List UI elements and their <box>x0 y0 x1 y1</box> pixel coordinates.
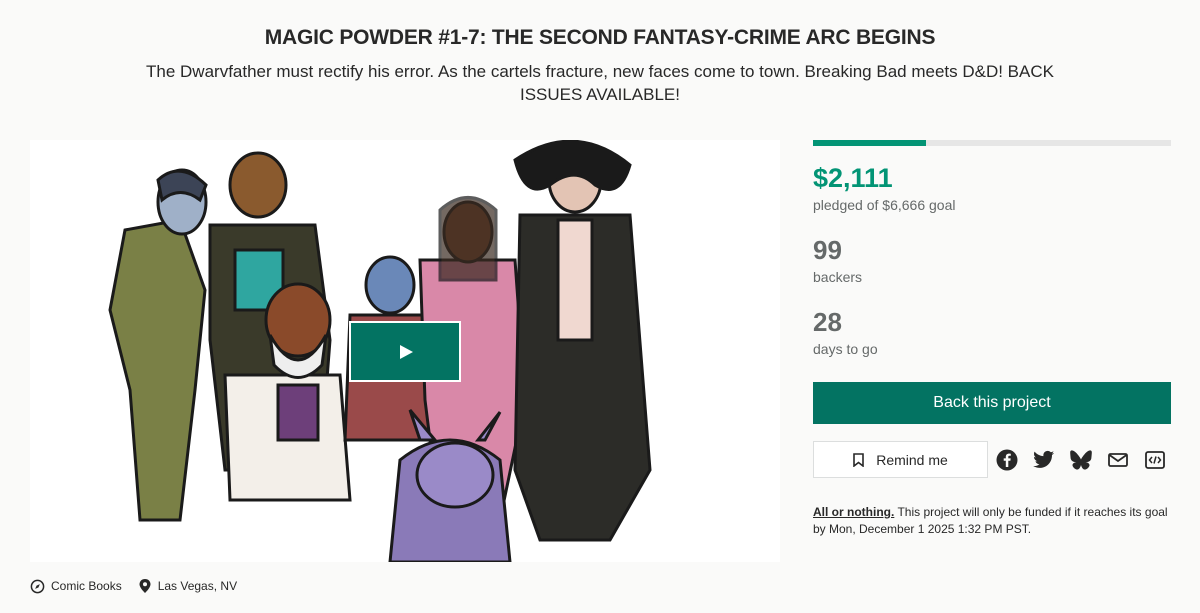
days-to-go-count: 28 <box>813 307 842 337</box>
location-pin-icon <box>139 579 151 593</box>
category-label: Comic Books <box>51 579 122 593</box>
location-label: Las Vegas, NV <box>157 579 238 593</box>
remind-me-button[interactable]: Remind me <box>813 441 988 478</box>
project-title: MAGIC POWDER #1-7: THE SECOND FANTASY-CR… <box>264 26 936 49</box>
funding-note: All or nothing. This project will only b… <box>813 504 1173 538</box>
project-subtitle: The Dwarvfather must rectify his error. … <box>146 62 1054 104</box>
pledged-amount: $2,111 <box>813 163 893 193</box>
back-project-button[interactable]: Back this project <box>813 382 1171 424</box>
funding-progress-bar <box>813 140 1171 146</box>
bookmark-icon <box>853 452 865 467</box>
location-link[interactable]: Las Vegas, NV <box>138 578 237 594</box>
all-or-nothing-link[interactable]: All or nothing. <box>813 505 894 519</box>
email-icon[interactable] <box>1106 448 1130 472</box>
play-button[interactable] <box>349 321 461 382</box>
embed-icon[interactable] <box>1143 448 1167 472</box>
days-to-go-label: days to go <box>813 341 878 357</box>
twitter-icon[interactable] <box>1032 448 1056 472</box>
share-icons <box>995 448 1180 472</box>
remind-me-label: Remind me <box>876 451 948 468</box>
pledged-goal-label: pledged of $6,666 goal <box>813 197 956 213</box>
category-link[interactable]: Comic Books <box>30 579 122 594</box>
backers-label: backers <box>813 269 863 285</box>
project-header: MAGIC POWDER #1-7: THE SECOND FANTASY-CR… <box>0 26 1200 106</box>
backers-count: 99 <box>813 235 842 265</box>
bluesky-icon[interactable] <box>1069 448 1093 472</box>
project-meta: Comic Books Las Vegas, NV <box>30 578 253 594</box>
funding-progress-fill <box>813 140 927 146</box>
facebook-icon[interactable] <box>995 448 1019 472</box>
project-video[interactable] <box>30 140 780 562</box>
compass-icon <box>30 579 45 593</box>
funding-stats: $2,111 pledged of $6,666 goal 99 backers… <box>813 140 1171 357</box>
play-icon <box>400 344 413 359</box>
